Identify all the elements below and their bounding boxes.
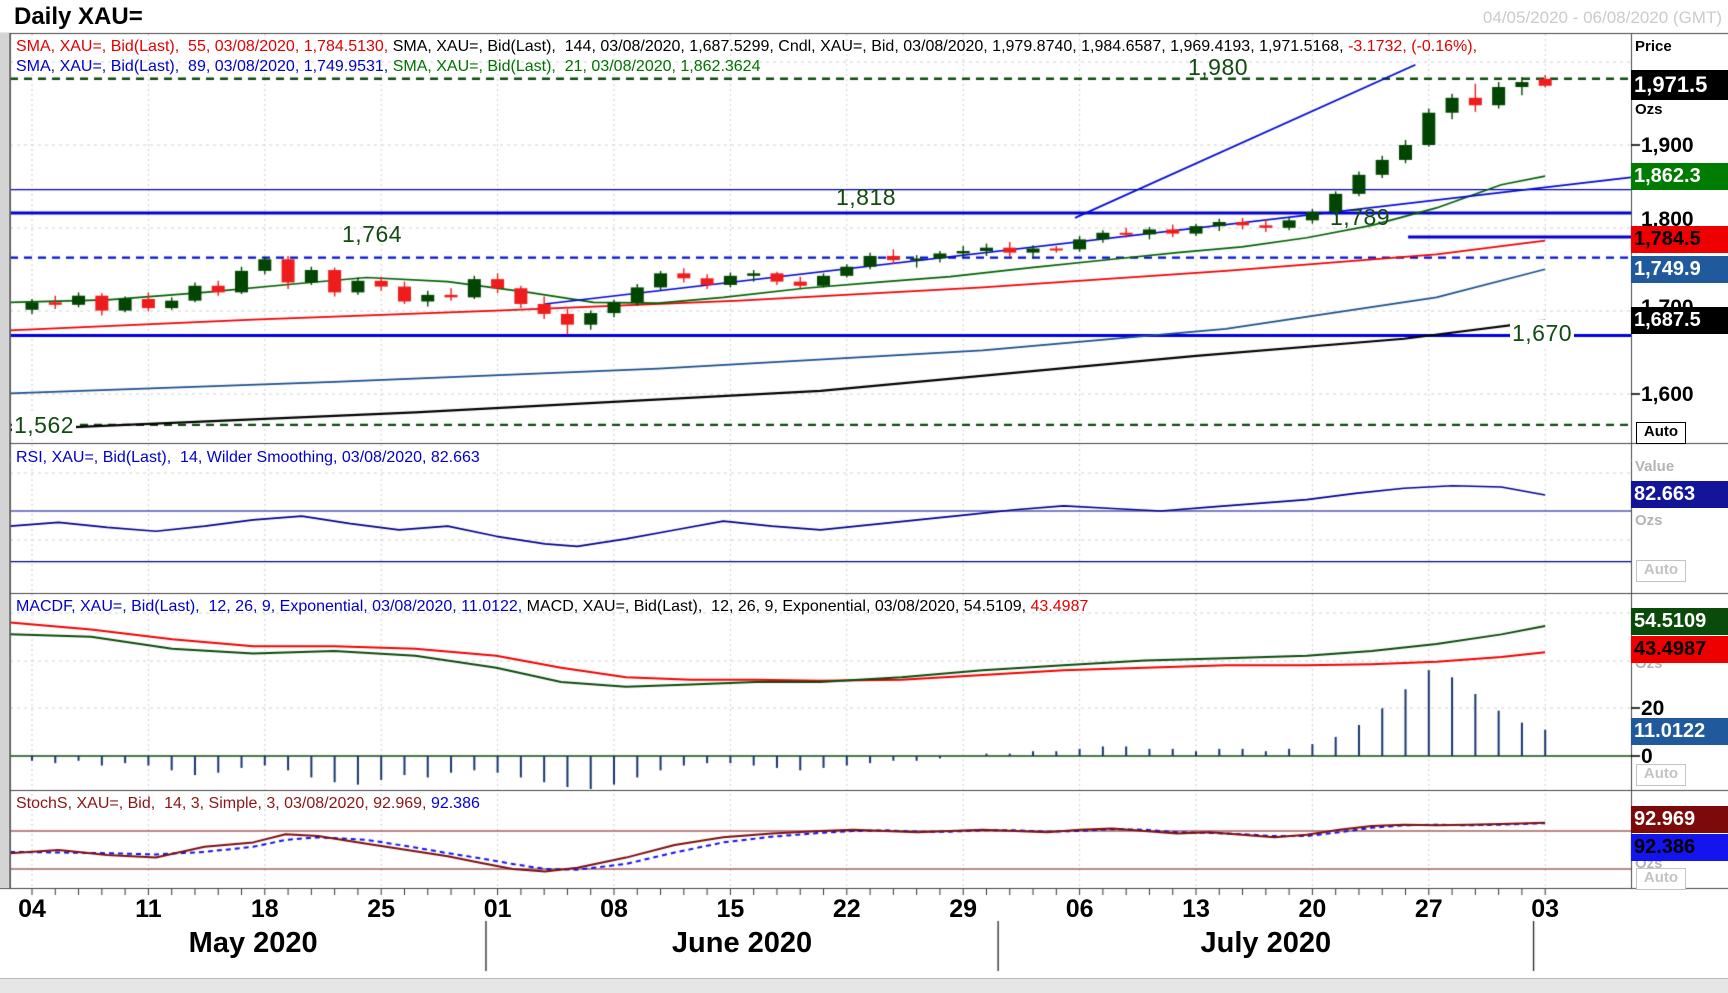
stoch-scale-auto-button[interactable]: Auto bbox=[1636, 868, 1686, 890]
legend-segment: -3.1732, (-0.16%), bbox=[1348, 38, 1477, 55]
rsi-scale-auto-button[interactable]: Auto bbox=[1636, 560, 1686, 582]
legend-segment: SMA, XAU=, Bid(Last), 144, 03/08/2020, 1… bbox=[393, 38, 1348, 55]
legend-segment: SMA, XAU=, Bid(Last), 89, 03/08/2020, 1,… bbox=[16, 58, 393, 75]
price-tick-1900: 1,900 bbox=[1641, 134, 1694, 158]
legend-segment: MACD, XAU=, Bid(Last), 12, 26, 9, Expone… bbox=[527, 598, 1031, 615]
chart-title: Daily XAU= bbox=[14, 3, 143, 31]
stoch-legend[interactable]: StochS, XAU=, Bid, 14, 3, Simple, 3, 03/… bbox=[16, 794, 480, 813]
chart-date-range: 04/05/2020 - 06/08/2020 (GMT) bbox=[1483, 8, 1722, 28]
annotation-1818: 1,818 bbox=[836, 184, 896, 211]
x-axis-month-label: July 2020 bbox=[1201, 927, 1332, 960]
price-scale-unit: Ozs bbox=[1635, 101, 1663, 118]
x-axis-day-label: 27 bbox=[1415, 895, 1443, 924]
macd-hist-value-badge: 11.0122 bbox=[1631, 718, 1728, 745]
annotation-1789: 1,789 bbox=[1330, 204, 1390, 231]
legend-segment: 43.4987 bbox=[1031, 598, 1089, 615]
sma55-value-badge: 1,784.5 bbox=[1631, 226, 1728, 253]
rsi-scale-unit: Ozs bbox=[1635, 512, 1663, 529]
x-axis-day-label: 08 bbox=[600, 895, 628, 924]
x-axis-day-label: 20 bbox=[1298, 895, 1326, 924]
left-edge-strip bbox=[0, 33, 10, 888]
legend-segment: StochS, XAU=, Bid, 14, 3, Simple, 3, 03/… bbox=[16, 795, 431, 812]
rsi-legend[interactable]: RSI, XAU=, Bid(Last), 14, Wilder Smoothi… bbox=[16, 448, 480, 467]
x-axis-day-label: 11 bbox=[135, 895, 161, 924]
price-legend-row-2[interactable]: SMA, XAU=, Bid(Last), 89, 03/08/2020, 1,… bbox=[16, 57, 760, 76]
macd-legend[interactable]: MACDF, XAU=, Bid(Last), 12, 26, 9, Expon… bbox=[16, 597, 1088, 616]
annotation-1562: 1,562 bbox=[12, 412, 76, 439]
sma144-value-badge: 1,687.5 bbox=[1631, 307, 1728, 334]
x-axis-day-label: 18 bbox=[251, 895, 279, 924]
bottom-edge-strip bbox=[0, 978, 1728, 993]
legend-segment: RSI, XAU=, Bid(Last), 14, Wilder Smoothi… bbox=[16, 449, 480, 466]
x-axis-day-label: 01 bbox=[484, 895, 512, 924]
x-axis-day-label: 13 bbox=[1182, 895, 1210, 924]
macd-signal-value-badge: 43.4987 bbox=[1631, 636, 1728, 663]
x-axis-day-label: 15 bbox=[716, 895, 744, 924]
annotation-1670: 1,670 bbox=[1510, 320, 1574, 347]
x-axis-month-label: June 2020 bbox=[672, 927, 812, 960]
macd-line-value-badge: 54.5109 bbox=[1631, 608, 1728, 635]
x-axis-day-label: 22 bbox=[833, 895, 861, 924]
sma21-value-badge: 1,862.3 bbox=[1631, 163, 1728, 190]
legend-segment: SMA, XAU=, Bid(Last), 21, 03/08/2020, 1,… bbox=[393, 58, 761, 75]
annotation-1764: 1,764 bbox=[342, 221, 402, 248]
last-price-badge: 1,971.5 bbox=[1631, 70, 1728, 100]
stoch-d-value-badge: 92.386 bbox=[1631, 834, 1728, 861]
annotation-1980: 1,980 bbox=[1188, 54, 1248, 81]
x-axis-month-label: May 2020 bbox=[189, 927, 318, 960]
legend-segment: MACDF, XAU=, Bid(Last), 12, 26, 9, Expon… bbox=[16, 598, 527, 615]
stoch-k-value-badge: 92.969 bbox=[1631, 806, 1728, 833]
rsi-value-badge: 82.663 bbox=[1631, 481, 1728, 508]
macd-scale-auto-button[interactable]: Auto bbox=[1636, 764, 1686, 786]
rsi-scale-title: Value bbox=[1635, 458, 1674, 475]
price-legend-row-1[interactable]: SMA, XAU=, Bid(Last), 55, 03/08/2020, 1,… bbox=[16, 37, 1477, 56]
price-tick-1600: 1,600 bbox=[1641, 383, 1694, 407]
x-axis-day-label: 06 bbox=[1066, 895, 1094, 924]
chart-application-window: { "window": { "title": "Daily XAU=", "da… bbox=[0, 0, 1728, 992]
sma89-value-badge: 1,749.9 bbox=[1631, 256, 1728, 283]
x-axis-day-label: 04 bbox=[18, 895, 46, 924]
price-scale-auto-button[interactable]: Auto bbox=[1636, 422, 1686, 444]
x-axis-day-label: 29 bbox=[949, 895, 977, 924]
price-and-indicator-chart-canvas[interactable] bbox=[0, 0, 1728, 992]
x-axis-day-label: 03 bbox=[1531, 895, 1559, 924]
legend-segment: 92.386 bbox=[431, 795, 480, 812]
x-axis-day-label: 25 bbox=[367, 895, 395, 924]
legend-segment: SMA, XAU=, Bid(Last), 55, 03/08/2020, 1,… bbox=[16, 38, 393, 55]
price-scale-title: Price bbox=[1635, 38, 1672, 55]
